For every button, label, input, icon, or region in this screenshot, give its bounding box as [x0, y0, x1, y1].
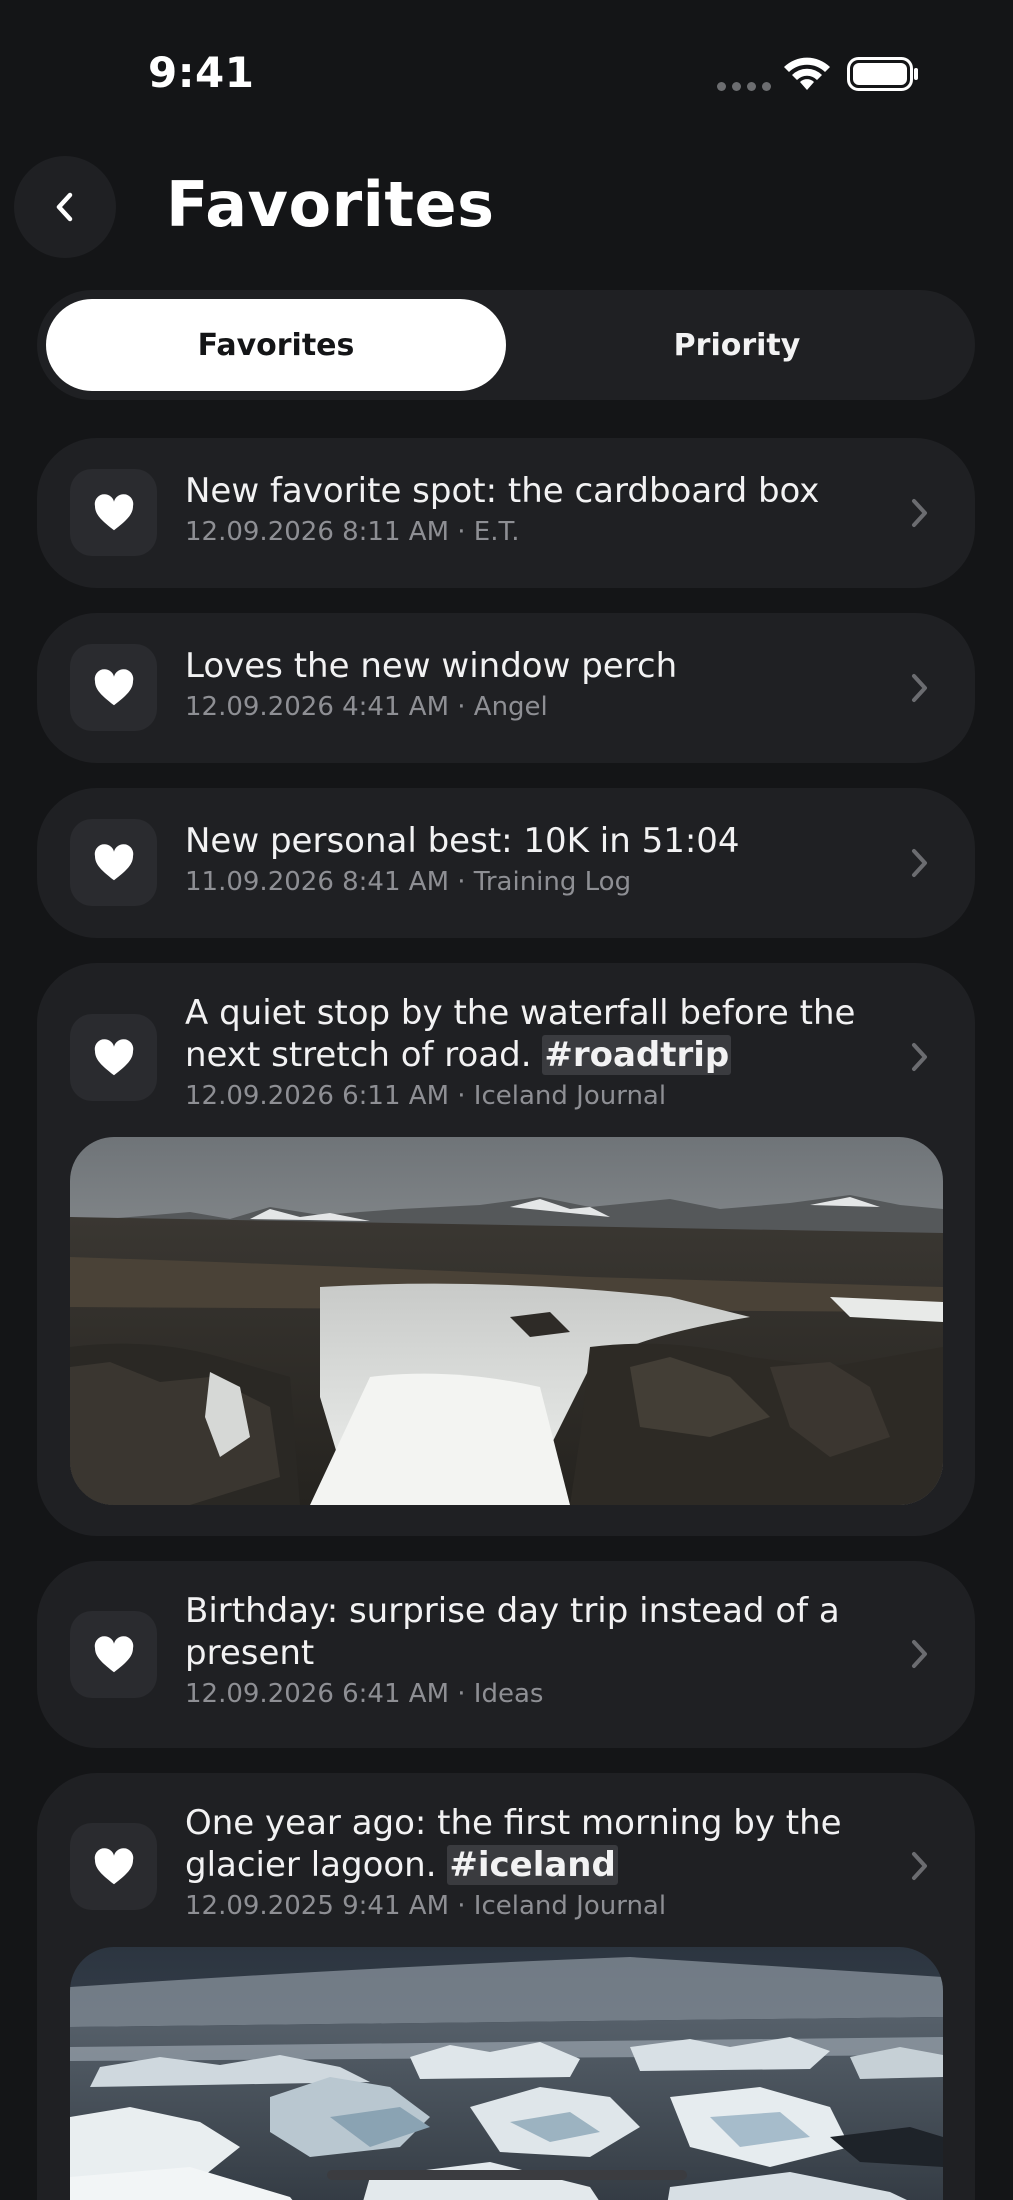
heart-icon-box	[70, 819, 157, 906]
battery-icon	[847, 57, 918, 91]
heart-icon-box	[70, 1014, 157, 1101]
item-title: Birthday: surprise day trip instead of a…	[185, 1591, 840, 1673]
item-title: One year ago: the first morning by the g…	[185, 1802, 885, 1886]
chevron-right-icon	[912, 1043, 927, 1071]
item-meta: 12.09.2026 8:11 AM · E.T.	[185, 517, 520, 547]
favorite-item-with-photo[interactable]: One year ago: the first morning by the g…	[37, 1773, 975, 2200]
heart-icon	[94, 843, 133, 880]
chevron-right-icon	[912, 1852, 927, 1880]
tab-priority[interactable]: Priority	[507, 299, 967, 391]
home-indicator[interactable]	[327, 2170, 687, 2180]
item-title: A quiet stop by the waterfall before the…	[185, 992, 885, 1076]
heart-icon-box	[70, 469, 157, 556]
segmented-control: Favorites Priority	[37, 290, 975, 400]
item-title: Loves the new window perch	[185, 646, 678, 686]
heart-icon-box	[70, 1611, 157, 1698]
chevron-right-icon	[912, 849, 927, 877]
favorite-item[interactable]: New favorite spot: the cardboard box 12.…	[37, 438, 975, 588]
favorite-item[interactable]: New personal best: 10K in 51:04 11.09.20…	[37, 788, 975, 938]
favorite-item-with-photo[interactable]: A quiet stop by the waterfall before the…	[37, 963, 975, 1536]
heart-icon-box	[70, 1823, 157, 1910]
item-title: New favorite spot: the cardboard box	[185, 471, 820, 511]
favorite-item[interactable]: Loves the new window perch 12.09.2026 4:…	[37, 613, 975, 763]
back-button[interactable]	[14, 156, 116, 258]
heart-icon	[94, 1038, 133, 1075]
item-meta: 12.09.2026 6:11 AM · Iceland Journal	[185, 1081, 667, 1111]
favorite-item[interactable]: Birthday: surprise day trip instead of a…	[37, 1561, 975, 1748]
page-title: Favorites	[166, 168, 495, 241]
heart-icon-box	[70, 644, 157, 731]
heart-icon	[94, 1635, 133, 1672]
hashtag-iceland[interactable]: #iceland	[447, 1845, 618, 1885]
heart-icon	[94, 1847, 133, 1884]
wifi-icon	[784, 57, 830, 90]
waterfall-photo[interactable]	[70, 1137, 943, 1505]
item-meta: 11.09.2026 8:41 AM · Training Log	[185, 867, 632, 897]
hashtag-roadtrip[interactable]: #roadtrip	[542, 1035, 732, 1075]
chevron-right-icon	[912, 1640, 927, 1668]
glacier-lagoon-photo[interactable]	[70, 1947, 943, 2200]
heart-icon	[94, 668, 133, 705]
cellular-signal-icon	[717, 82, 771, 91]
item-title-text: A quiet stop by the waterfall before the…	[185, 993, 856, 1075]
heart-icon	[94, 493, 133, 530]
status-bar: 9:41	[0, 0, 1013, 150]
status-time: 9:41	[148, 48, 255, 97]
item-meta: 12.09.2026 6:41 AM · Ideas	[185, 1679, 544, 1709]
chevron-right-icon	[912, 499, 927, 527]
item-meta: 12.09.2025 9:41 AM · Iceland Journal	[185, 1891, 667, 1921]
item-title: New personal best: 10K in 51:04	[185, 821, 740, 861]
tab-favorites[interactable]: Favorites	[46, 299, 506, 391]
chevron-right-icon	[912, 674, 927, 702]
chevron-left-icon	[56, 192, 73, 222]
item-meta: 12.09.2026 4:41 AM · Angel	[185, 692, 548, 722]
